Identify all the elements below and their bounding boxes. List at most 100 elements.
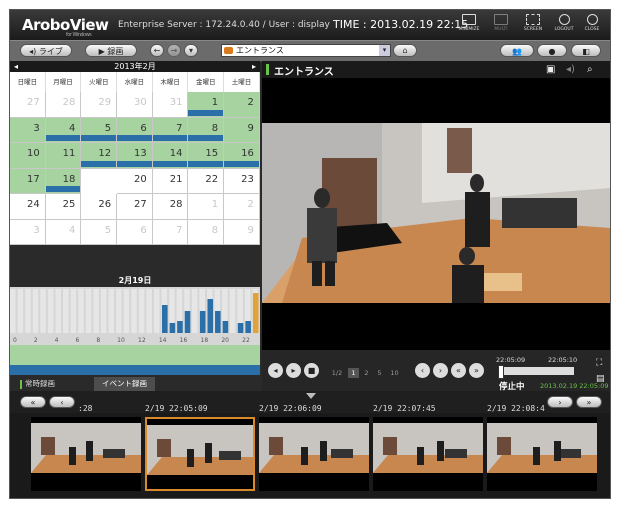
thumb-last-button[interactable]: »	[576, 396, 602, 408]
back-button[interactable]: ←	[150, 44, 164, 57]
prev-frame-button[interactable]: ‹	[415, 363, 430, 378]
camera-select[interactable]: エントランス ▾	[221, 44, 391, 57]
user-button[interactable]: ●	[537, 44, 567, 57]
tab-event-record[interactable]: イベント録画	[94, 377, 155, 391]
calendar-day[interactable]: 3	[10, 219, 46, 245]
history-button[interactable]: ▾	[184, 44, 198, 57]
thumb-prev-button[interactable]: ‹	[49, 396, 75, 408]
calendar-day[interactable]: 8	[188, 219, 225, 245]
speed-5[interactable]: 5	[374, 368, 385, 378]
calendar-day[interactable]: 1	[188, 92, 225, 118]
multi-view-button[interactable]: MULTI	[487, 14, 515, 38]
timeline-slot	[116, 289, 122, 333]
calendar-day[interactable]: 30	[117, 92, 153, 118]
thumbnail-image	[373, 417, 483, 491]
next-frame-button[interactable]: ›	[433, 363, 448, 378]
logout-button[interactable]: LOGOUT	[550, 14, 578, 38]
fast-rewind-button[interactable]: «	[451, 363, 466, 378]
thumb-first-button[interactable]: «	[20, 396, 46, 408]
next-month-icon[interactable]: ▸	[252, 61, 256, 72]
calendar-day[interactable]: 5	[81, 117, 118, 143]
calendar-day[interactable]: 1	[188, 194, 225, 220]
live-button[interactable]: ◂) ライブ	[20, 44, 72, 57]
event-timeline[interactable]: 0 2 4 6 8 10 12 14 16 18 20 22	[10, 287, 260, 345]
minimize-button[interactable]: MINIMIZE	[455, 14, 483, 38]
seek-bar[interactable]	[498, 365, 574, 379]
thumb-label: 2/19 22:05:09	[145, 404, 208, 413]
tab-regular-record[interactable]: 常時録画	[12, 377, 63, 391]
calendar-day[interactable]: 2	[224, 92, 260, 118]
forward-button[interactable]: →	[167, 44, 181, 57]
fullscreen-icon[interactable]: ⛶	[596, 358, 602, 368]
record-button[interactable]: ▶ 録画	[85, 44, 137, 57]
calendar-day[interactable]: 6	[117, 219, 153, 245]
home-button[interactable]: ⌂	[393, 44, 417, 57]
calendar-day[interactable]: 27	[117, 194, 153, 220]
calendar-day[interactable]: 31	[152, 92, 189, 118]
calendar-day[interactable]: 13	[117, 143, 153, 169]
video-view[interactable]	[262, 78, 610, 350]
calendar-day[interactable]: 14	[152, 143, 189, 169]
thumbnail[interactable]	[259, 417, 369, 491]
calendar-day[interactable]: 2	[224, 194, 260, 220]
calendar-day[interactable]: 29	[81, 92, 118, 118]
calendar-day[interactable]: 18	[45, 168, 82, 194]
play-button[interactable]: ▸	[286, 363, 301, 378]
thumbnail[interactable]	[145, 417, 255, 491]
rewind-button[interactable]: ◂	[268, 363, 283, 378]
calendar-day[interactable]: 8	[188, 117, 225, 143]
hour-tick-label: 4	[55, 337, 59, 344]
speed-1[interactable]: 1	[348, 368, 359, 378]
thumbnail[interactable]	[487, 417, 597, 491]
calendar-day[interactable]: 28	[45, 92, 82, 118]
calendar-day[interactable]: 25	[45, 194, 82, 220]
event-bar	[222, 321, 229, 333]
calendar-day[interactable]: 11	[45, 143, 82, 169]
calendar-day[interactable]: 3	[10, 117, 46, 143]
calendar-day[interactable]: 23	[224, 168, 260, 194]
users-button[interactable]: 👥	[500, 44, 534, 57]
calendar-day[interactable]: 5	[81, 219, 118, 245]
calendar-day[interactable]: 26	[81, 194, 118, 220]
calendar-day[interactable]: 10	[10, 143, 46, 169]
thumbnail[interactable]	[31, 417, 141, 491]
calendar-day[interactable]: 9	[224, 117, 260, 143]
snapshot-icon[interactable]: ▣	[546, 64, 555, 75]
thumbnail[interactable]	[373, 417, 483, 491]
speaker-icon[interactable]: ◂)	[566, 64, 575, 75]
seek-handle[interactable]	[498, 365, 504, 379]
timeline-slot	[17, 289, 24, 333]
calendar-day[interactable]: 20	[117, 168, 153, 194]
thumb-next-button[interactable]: ›	[547, 396, 573, 408]
calendar-day[interactable]: 15	[188, 143, 225, 169]
event-bar	[237, 323, 244, 333]
calendar-day[interactable]: 16	[224, 143, 260, 169]
timeline-slot	[146, 289, 152, 333]
fast-forward-button[interactable]: »	[469, 363, 484, 378]
weekday-row: 日曜日 月曜日 火曜日 水曜日 木曜日 金曜日 土曜日	[10, 72, 260, 92]
record-tabs: 常時録画 イベント録画	[10, 375, 260, 391]
calendar-day[interactable]: 21	[152, 168, 189, 194]
calendar-day[interactable]: 6	[117, 117, 153, 143]
calendar-day[interactable]: 9	[224, 219, 260, 245]
calendar-day[interactable]: 12	[81, 143, 118, 169]
close-button[interactable]: CLOSE	[578, 14, 606, 38]
fullscreen-button[interactable]: SCREEN	[519, 14, 547, 38]
speed-2[interactable]: 2	[361, 368, 372, 378]
hour-tick-label: 8	[96, 337, 100, 344]
calendar-day[interactable]: 28	[152, 194, 189, 220]
calendar-day[interactable]: 4	[45, 219, 82, 245]
prev-month-icon[interactable]: ◂	[14, 61, 18, 72]
panel-toggle-button[interactable]: ◧	[571, 44, 601, 57]
stop-button[interactable]: ■	[304, 363, 319, 378]
calendar-day[interactable]: 7	[152, 219, 189, 245]
calendar-day[interactable]: 4	[45, 117, 82, 143]
calendar-day[interactable]: 22	[188, 168, 225, 194]
speed-10[interactable]: 10	[388, 368, 401, 378]
event-histogram: 0 2 4 6 8 10 12 14 16 18 20 22	[10, 289, 259, 344]
calendar-day[interactable]: 17	[10, 168, 46, 194]
calendar-day[interactable]: 7	[152, 117, 189, 143]
calendar-day[interactable]: 27	[10, 92, 46, 118]
zoom-icon[interactable]: ⌕	[587, 64, 593, 75]
calendar-day[interactable]: 24	[10, 194, 46, 220]
